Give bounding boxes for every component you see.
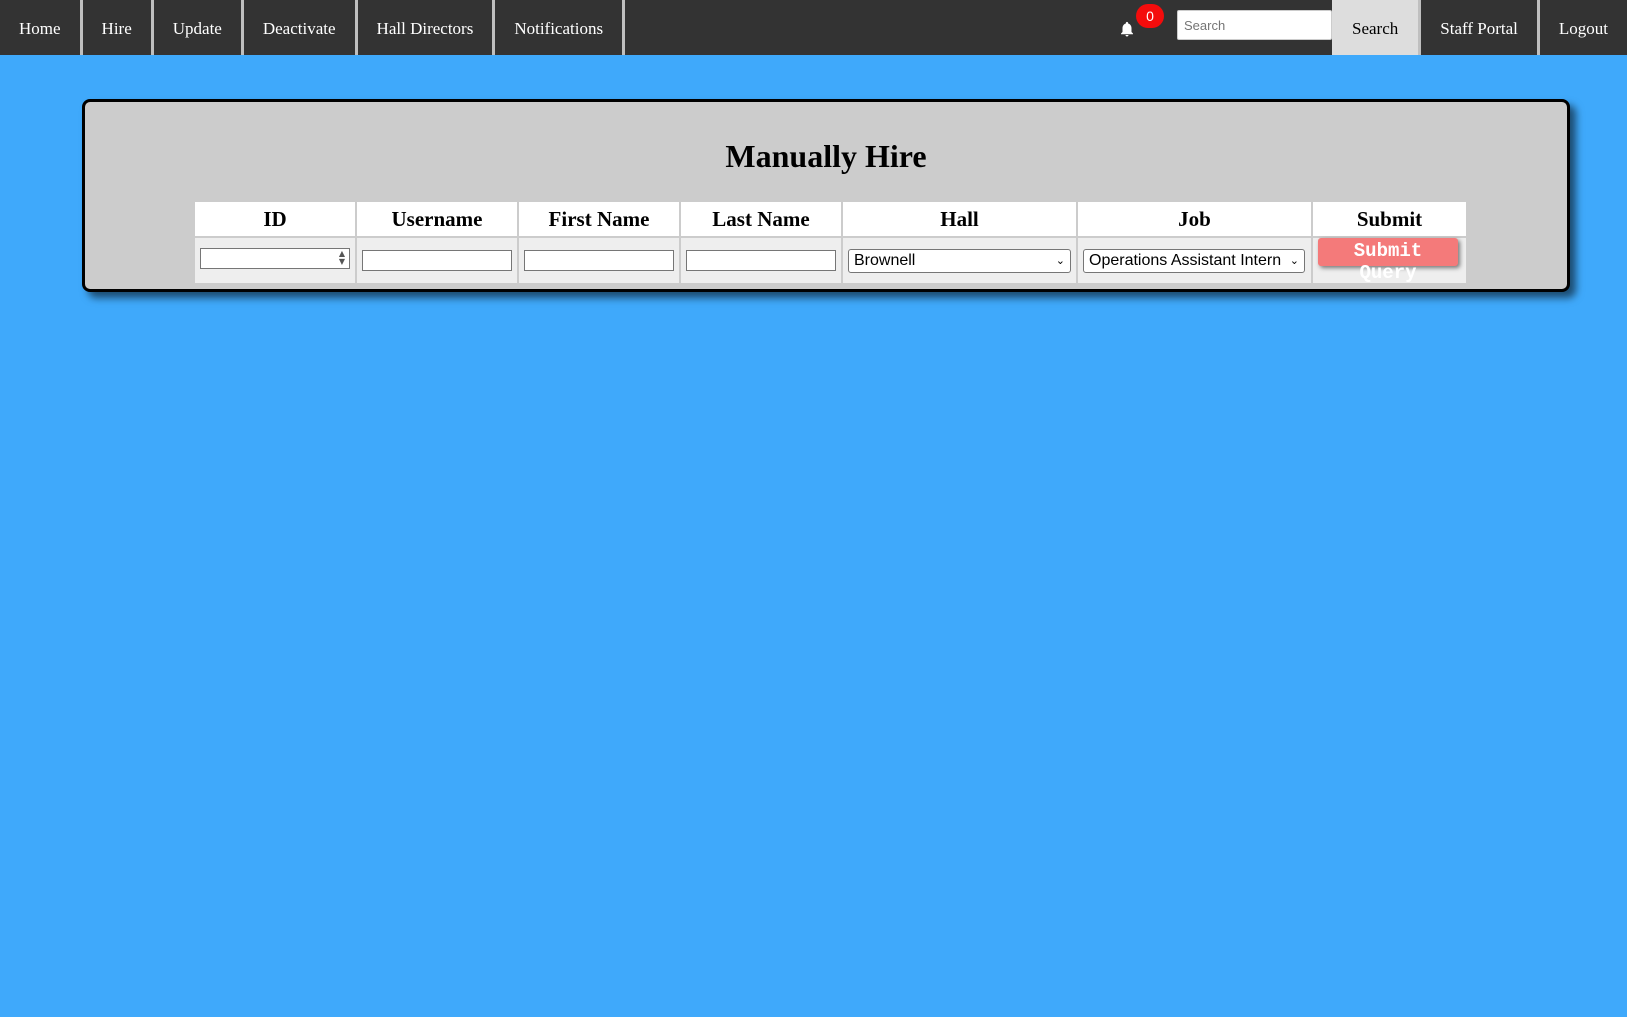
nav-notifications[interactable]: Notifications [495, 0, 626, 55]
chevron-down-icon: ⌄ [1055, 254, 1065, 267]
table-header-row: ID Username First Name Last Name Hall Jo… [193, 200, 1468, 238]
nav-right: 0 Search Staff Portal Logout [1104, 0, 1627, 55]
job-select-value: Operations Assistant Intern [1089, 251, 1282, 269]
header-first-name: First Name [517, 200, 681, 238]
notification-count-badge: 0 [1136, 4, 1165, 28]
cell-hall: Brownell ⌄ [841, 236, 1078, 285]
spinner-arrows-icon[interactable]: ▲ ▼ [339, 249, 345, 266]
notification-bell[interactable]: 0 [1104, 0, 1165, 55]
search-button[interactable]: Search [1332, 0, 1422, 55]
nav-update[interactable]: Update [154, 0, 244, 55]
last-name-input[interactable] [686, 250, 836, 271]
header-username: Username [355, 200, 519, 238]
hall-select-value: Brownell [854, 251, 916, 269]
cell-submit: Submit Query [1311, 236, 1468, 285]
header-submit: Submit [1311, 200, 1468, 238]
nav-logout[interactable]: Logout [1540, 0, 1627, 55]
bell-icon [1121, 21, 1134, 37]
id-number-input[interactable]: ▲ ▼ [200, 247, 350, 269]
nav-hall-directors[interactable]: Hall Directors [358, 0, 496, 55]
first-name-input[interactable] [524, 250, 674, 271]
username-input[interactable] [362, 250, 512, 271]
header-hall: Hall [841, 200, 1078, 238]
cell-username [355, 236, 519, 285]
nav-staff-portal[interactable]: Staff Portal [1421, 0, 1540, 55]
nav-hire[interactable]: Hire [83, 0, 154, 55]
search-input[interactable] [1177, 10, 1333, 40]
header-job: Job [1076, 200, 1313, 238]
cell-id: ▲ ▼ [193, 236, 357, 285]
job-select[interactable]: Operations Assistant Intern ⌄ [1083, 248, 1305, 273]
hire-form-table: ID Username First Name Last Name Hall Jo… [193, 200, 1468, 285]
cell-first-name [517, 236, 681, 285]
table-row: ▲ ▼ Brownell ⌄ Operations Assistant Inte… [193, 236, 1468, 285]
nav-deactivate[interactable]: Deactivate [244, 0, 358, 55]
chevron-down-icon: ⌄ [1289, 254, 1299, 267]
cell-last-name [679, 236, 843, 285]
nav-home[interactable]: Home [0, 0, 83, 55]
submit-query-button[interactable]: Submit Query [1318, 238, 1458, 284]
page-title: Manually Hire [725, 138, 927, 174]
header-last-name: Last Name [679, 200, 843, 238]
manual-hire-panel: Manually Hire ID Username First Name Las… [82, 99, 1570, 292]
hall-select[interactable]: Brownell ⌄ [848, 248, 1071, 273]
header-id: ID [193, 200, 357, 238]
cell-job: Operations Assistant Intern ⌄ [1076, 236, 1313, 285]
nav-left: Home Hire Update Deactivate Hall Directo… [0, 0, 626, 55]
top-navbar: Home Hire Update Deactivate Hall Directo… [0, 0, 1627, 55]
